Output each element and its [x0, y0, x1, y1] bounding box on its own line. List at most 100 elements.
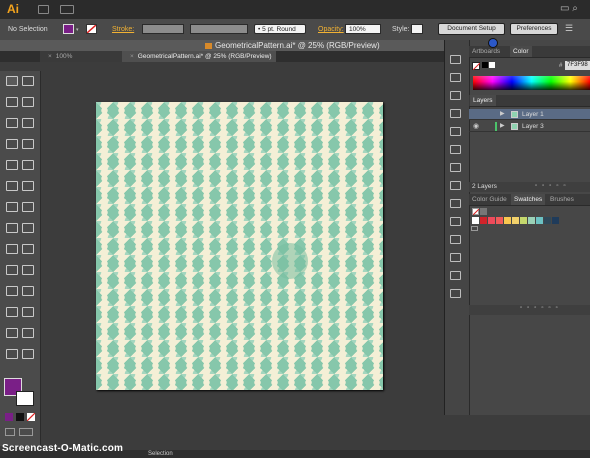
artboard-pattern[interactable] — [96, 102, 383, 390]
tab-layers[interactable]: Layers — [470, 95, 496, 106]
artboard-tool-icon[interactable] — [6, 328, 18, 338]
screen-mode-icon[interactable] — [19, 428, 33, 436]
black-chip[interactable] — [482, 62, 488, 68]
color-swatch[interactable] — [488, 217, 495, 224]
stroke-color-box[interactable] — [16, 391, 34, 406]
arrange-icon[interactable]: ☰ — [565, 23, 573, 34]
opacity-field[interactable]: 100% — [345, 24, 381, 34]
color-swatch[interactable] — [528, 217, 535, 224]
direct-selection-tool-icon[interactable] — [22, 76, 34, 86]
color-mode-fill[interactable] — [5, 413, 13, 421]
expand-icon[interactable]: ▶ — [500, 122, 505, 129]
style-swatch[interactable] — [411, 24, 423, 34]
gradient-tool-icon[interactable] — [22, 265, 34, 275]
preferences-button[interactable]: Preferences — [510, 23, 558, 35]
stroke-weight-field[interactable] — [142, 24, 184, 34]
none-swatch[interactable] — [472, 208, 479, 215]
stroke-panel-icon[interactable] — [450, 127, 461, 136]
line-tool-icon[interactable] — [6, 139, 18, 149]
color-fill-chip[interactable] — [472, 62, 480, 70]
folder-icon[interactable] — [471, 226, 478, 231]
brushes-panel-icon[interactable] — [450, 235, 461, 244]
document-setup-button[interactable]: Document Setup — [438, 23, 505, 35]
hand-tool-icon[interactable] — [6, 349, 18, 359]
layer-row[interactable]: ▶ Layer 1 — [469, 109, 590, 120]
rotate-tool-icon[interactable] — [6, 202, 18, 212]
tab-color-guide[interactable]: Color Guide — [472, 194, 507, 205]
symbol-sprayer-tool-icon[interactable] — [6, 307, 18, 317]
scale-tool-icon[interactable] — [22, 202, 34, 212]
expand-icon[interactable]: ▶ — [500, 110, 505, 117]
fill-dropdown-icon[interactable]: ▾ — [76, 27, 79, 33]
color-swatch[interactable] — [496, 217, 503, 224]
gradient-mode[interactable] — [16, 413, 24, 421]
color-swatch[interactable] — [480, 217, 487, 224]
rectangle-tool-icon[interactable] — [22, 139, 34, 149]
color-swatch[interactable] — [536, 217, 543, 224]
color-swatch[interactable] — [504, 217, 511, 224]
panel-menu-icon[interactable] — [450, 55, 461, 64]
align-panel-icon[interactable] — [450, 163, 461, 172]
symbols-panel-icon[interactable] — [450, 217, 461, 226]
tab-cmyk-document[interactable]: ×100% (CMYK/Preview) — [40, 51, 122, 71]
paragraph-panel-icon[interactable] — [450, 109, 461, 118]
graphic-styles-panel-icon[interactable] — [450, 289, 461, 298]
color-swatch[interactable] — [472, 217, 479, 224]
eyedropper-tool-icon[interactable] — [6, 286, 18, 296]
zoom-tool-icon[interactable] — [22, 349, 34, 359]
eye-icon[interactable]: ◉ — [473, 122, 479, 130]
pencil-tool-icon[interactable] — [22, 160, 34, 170]
stroke-color-swatch[interactable] — [86, 24, 97, 34]
blend-tool-icon[interactable] — [22, 286, 34, 296]
layer-row[interactable]: ◉ ▶ Layer 3 — [469, 121, 590, 132]
free-transform-tool-icon[interactable] — [22, 223, 34, 233]
color-panel-icon[interactable] — [450, 73, 461, 82]
variable-width-field[interactable] — [190, 24, 248, 34]
paintbrush-tool-icon[interactable] — [6, 160, 18, 170]
pathfinder-panel-icon[interactable] — [450, 199, 461, 208]
close-icon[interactable]: × — [48, 53, 52, 60]
tab-brushes[interactable]: Brushes — [550, 194, 574, 205]
slice-tool-icon[interactable] — [22, 328, 34, 338]
color-swatch[interactable] — [520, 217, 527, 224]
tab-geometrical-pattern[interactable]: × GeometricalPattern.ai* @ 25% (RGB/Previ… — [122, 51, 276, 62]
navigator-panel-icon[interactable] — [450, 271, 461, 280]
selection-tool-icon[interactable] — [6, 76, 18, 86]
tab-color[interactable]: Color — [510, 46, 532, 57]
tab-artboards[interactable]: Artboards — [472, 46, 500, 57]
transform-panel-icon[interactable] — [450, 181, 461, 190]
layer-actions-icons[interactable]: ▫▫▫▫▫ — [535, 183, 571, 189]
type-tool-icon[interactable] — [22, 118, 34, 128]
column-graph-tool-icon[interactable] — [22, 307, 34, 317]
warp-tool-icon[interactable] — [6, 223, 18, 233]
eraser-tool-icon[interactable] — [22, 181, 34, 191]
stroke-label[interactable]: Stroke: — [112, 26, 134, 33]
tab-swatches[interactable]: Swatches — [511, 194, 546, 205]
arrange-documents-icon[interactable] — [60, 5, 74, 14]
color-swatch[interactable] — [512, 217, 519, 224]
mesh-tool-icon[interactable] — [6, 265, 18, 275]
close-icon[interactable]: × — [130, 53, 134, 60]
pen-tool-icon[interactable] — [6, 118, 18, 128]
hex-field[interactable]: 7F3F98 — [565, 61, 590, 70]
type-panel-icon[interactable] — [450, 91, 461, 100]
color-swatch[interactable] — [544, 217, 551, 224]
white-chip[interactable] — [489, 62, 495, 68]
blob-brush-tool-icon[interactable] — [6, 181, 18, 191]
shape-builder-tool-icon[interactable] — [6, 244, 18, 254]
links-panel-icon[interactable] — [450, 253, 461, 262]
window-controls[interactable]: ▭ ⌕ — [560, 3, 578, 14]
lasso-tool-icon[interactable] — [22, 97, 34, 107]
none-mode[interactable] — [27, 413, 35, 421]
brush-definition-field[interactable]: • 5 pt. Round — [254, 24, 306, 34]
fill-color-swatch[interactable] — [63, 24, 74, 34]
perspective-grid-tool-icon[interactable] — [22, 244, 34, 254]
appearance-panel-icon[interactable] — [450, 145, 461, 154]
swatch-actions-icons[interactable]: ▫▫▫▫▫▫ — [520, 305, 563, 311]
color-swatch[interactable] — [552, 217, 559, 224]
registration-swatch[interactable] — [480, 208, 487, 215]
magic-wand-tool-icon[interactable] — [6, 97, 18, 107]
opacity-label[interactable]: Opacity: — [318, 26, 344, 33]
draw-mode-icon[interactable] — [5, 428, 15, 436]
bridge-icon[interactable] — [38, 5, 49, 14]
